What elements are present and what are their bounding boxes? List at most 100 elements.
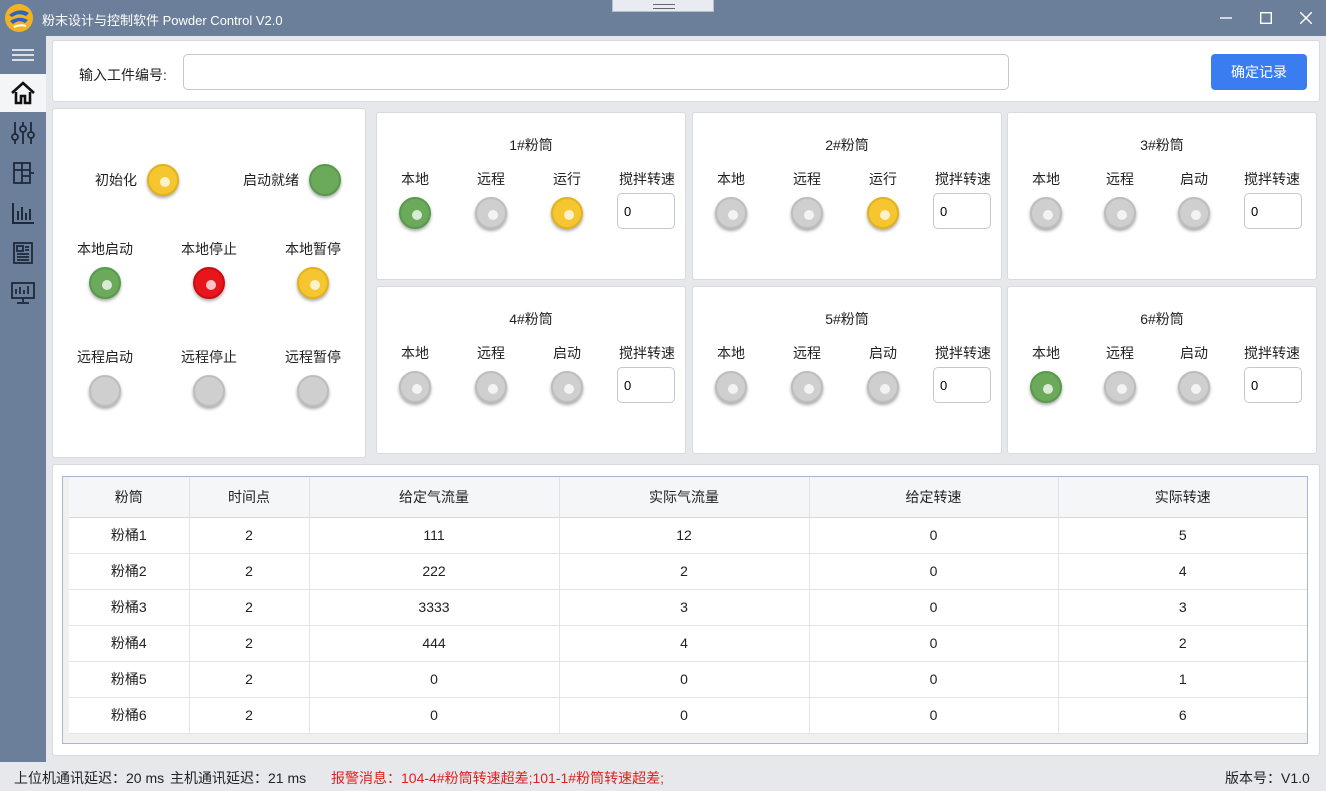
table-row[interactable]: 粉桶2 2 222 2 0 4 — [69, 553, 1307, 590]
table-cell: 1 — [1058, 661, 1307, 698]
status-bar: 上位机通讯延迟：20 ms 主机通讯延迟：21 ms 报警消息：104-4#粉筒… — [0, 762, 1326, 791]
tube-remote: 远程 — [461, 169, 521, 229]
close-button[interactable] — [1286, 4, 1326, 32]
layout-icon — [13, 162, 34, 184]
tube-local-indicator — [715, 371, 747, 403]
tube-run: 运行 — [537, 169, 597, 229]
table-cell: 0 — [309, 661, 560, 698]
tube-run: 启动 — [1164, 169, 1224, 229]
table-row[interactable]: 粉桶1 2 111 12 0 5 — [69, 517, 1307, 554]
tube-local-label: 本地 — [401, 171, 429, 187]
sidebar-item-home[interactable] — [0, 74, 46, 112]
tube-local: 本地 — [701, 169, 761, 229]
drag-handle[interactable] — [612, 0, 714, 12]
tube-local-label: 本地 — [401, 345, 429, 361]
table-row[interactable]: 粉桶4 2 444 4 0 2 — [69, 625, 1307, 662]
sidebar-item-parameters[interactable] — [0, 114, 46, 152]
column-header[interactable]: 实际气流量 — [559, 477, 810, 518]
remote-stop-label: 远程停止 — [181, 349, 237, 365]
tube-local: 本地 — [1016, 169, 1076, 229]
tube-run-label: 启动 — [1180, 345, 1208, 361]
tube-local: 本地 — [385, 343, 445, 403]
table-cell: 粉桶1 — [69, 517, 190, 554]
tube-card-5: 5#粉筒 本地 远程 启动 搅拌转速 — [692, 286, 1002, 454]
init-label: 初始化 — [95, 172, 137, 188]
tube-local-indicator — [1030, 197, 1062, 229]
tube-speed-input[interactable] — [933, 367, 991, 403]
tube-run-label: 运行 — [553, 171, 581, 187]
sidebar-item-monitor[interactable] — [0, 274, 46, 312]
table-cell: 111 — [309, 517, 560, 554]
tube-remote: 远程 — [777, 169, 837, 229]
table-cell: 3 — [559, 589, 810, 626]
minimize-button[interactable] — [1206, 4, 1246, 32]
tube-run-indicator — [867, 197, 899, 229]
table-cell: 2 — [559, 553, 810, 590]
tube-speed-input[interactable] — [933, 193, 991, 229]
report-icon — [13, 242, 33, 264]
window-title: 粉末设计与控制软件 Powder Control V2.0 — [42, 13, 283, 28]
alarm-message: 报警消息：104-4#粉筒转速超差;101-1#粉筒转速超差; — [331, 770, 664, 786]
tube-speed-label: 搅拌转速 — [935, 345, 991, 361]
sidebar-item-layout[interactable] — [0, 154, 46, 192]
tube-card-1: 1#粉筒 本地 远程 运行 搅拌转速 — [376, 112, 686, 280]
local-stop-indicator — [193, 267, 225, 299]
maximize-icon — [1259, 11, 1273, 25]
column-header[interactable]: 实际转速 — [1058, 477, 1307, 518]
app-logo-icon — [5, 4, 33, 32]
sidebar-item-menu[interactable] — [0, 36, 46, 74]
tube-remote-indicator — [1104, 197, 1136, 229]
local-stop-status: 本地停止 — [167, 239, 251, 299]
tube-local-label: 本地 — [1032, 345, 1060, 361]
table-row[interactable]: 粉桶5 2 0 0 0 1 — [69, 661, 1307, 698]
tube-remote-label: 远程 — [477, 171, 505, 187]
tube-local: 本地 — [385, 169, 445, 229]
confirm-record-button[interactable]: 确定记录 — [1211, 54, 1307, 90]
maximize-button[interactable] — [1246, 4, 1286, 32]
close-icon — [1299, 11, 1313, 25]
tube-remote-indicator — [791, 197, 823, 229]
column-header[interactable]: 给定气流量 — [309, 477, 560, 518]
tube-speed-input[interactable] — [617, 193, 675, 229]
table-row[interactable]: 粉桶6 2 0 0 0 6 — [69, 697, 1307, 734]
table-cell: 5 — [1058, 517, 1307, 554]
table-cell: 2 — [189, 625, 310, 662]
sidebar-item-charts[interactable] — [0, 194, 46, 232]
local-start-indicator — [89, 267, 121, 299]
local-start-status: 本地启动 — [63, 239, 147, 299]
table-cell: 2 — [1058, 625, 1307, 662]
tube-run-label: 启动 — [869, 345, 897, 361]
local-pause-status: 本地暂停 — [271, 239, 355, 299]
ready-indicator — [309, 164, 341, 196]
monitor-icon — [11, 282, 35, 304]
table-cell: 0 — [809, 625, 1059, 662]
local-stop-label: 本地停止 — [181, 241, 237, 257]
column-header[interactable]: 给定转速 — [809, 477, 1059, 518]
ready-label: 启动就绪 — [243, 172, 299, 188]
data-grid[interactable]: 粉筒 时间点 给定气流量 实际气流量 给定转速 实际转速 粉桶1 2 111 1… — [62, 476, 1308, 744]
tube-title: 5#粉筒 — [825, 311, 869, 327]
tube-speed-input[interactable] — [1244, 193, 1302, 229]
tube-remote: 远程 — [461, 343, 521, 403]
column-header[interactable]: 粉筒 — [69, 477, 190, 518]
table-row[interactable]: 粉桶3 2 3333 3 0 3 — [69, 589, 1307, 626]
table-cell: 粉桶2 — [69, 553, 190, 590]
remote-stop-indicator — [193, 375, 225, 407]
tube-speed-input[interactable] — [617, 367, 675, 403]
home-icon — [11, 81, 35, 105]
tube-speed-label: 搅拌转速 — [1244, 345, 1300, 361]
workpiece-id-input[interactable] — [183, 54, 1009, 90]
table-cell: 4 — [1058, 553, 1307, 590]
table-cell: 0 — [809, 661, 1059, 698]
tube-card-3: 3#粉筒 本地 远程 启动 搅拌转速 — [1007, 112, 1317, 280]
tube-speed-label: 搅拌转速 — [1244, 171, 1300, 187]
table-cell: 0 — [809, 589, 1059, 626]
tube-speed-input[interactable] — [1244, 367, 1302, 403]
tube-speed-label: 搅拌转速 — [935, 171, 991, 187]
sidebar-item-reports[interactable] — [0, 234, 46, 272]
column-header[interactable]: 时间点 — [189, 477, 310, 518]
tube-remote-label: 远程 — [1106, 171, 1134, 187]
tube-speed-label: 搅拌转速 — [619, 345, 675, 361]
tube-local-label: 本地 — [1032, 171, 1060, 187]
tube-local-indicator — [399, 197, 431, 229]
